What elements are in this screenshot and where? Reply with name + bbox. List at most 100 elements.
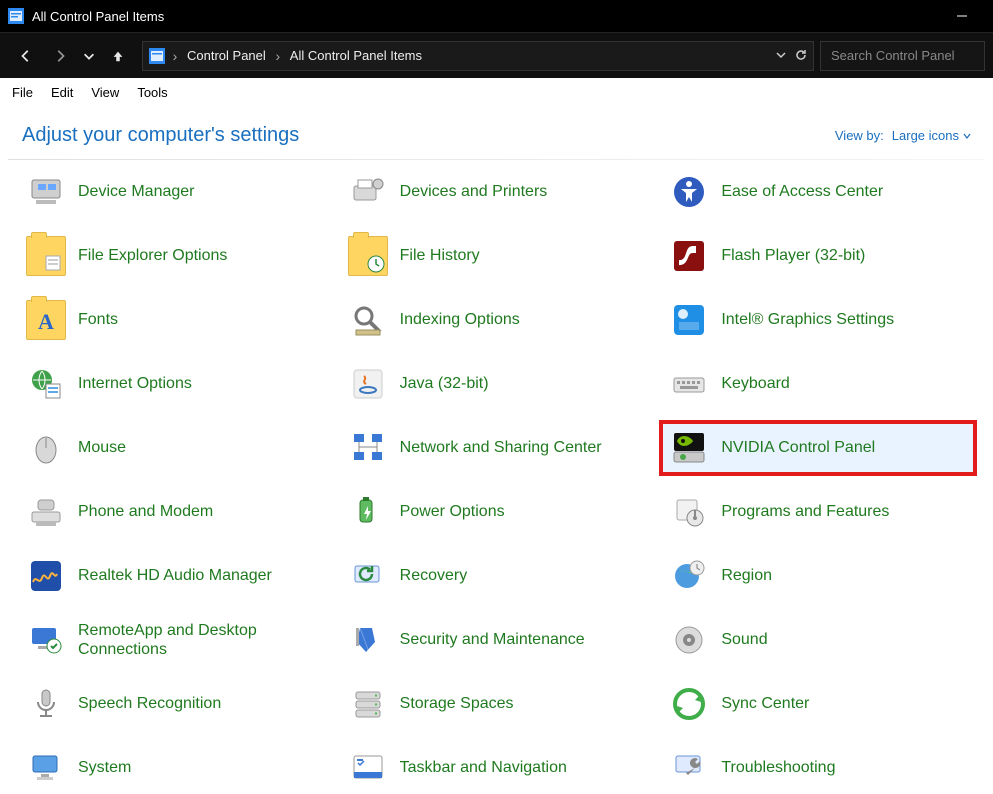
item-indexing-options[interactable]: Indexing Options — [340, 294, 654, 346]
device-manager-icon — [26, 172, 66, 212]
network-sharing-icon — [348, 428, 388, 468]
search-box[interactable] — [820, 41, 985, 71]
address-bar[interactable]: › Control Panel › All Control Panel Item… — [142, 41, 814, 71]
item-label: Sync Center — [721, 694, 809, 713]
region-icon — [669, 556, 709, 596]
menu-edit[interactable]: Edit — [51, 85, 73, 100]
breadcrumb-sep-icon: › — [274, 48, 282, 64]
address-dropdown-icon[interactable] — [775, 48, 787, 64]
item-taskbar-navigation[interactable]: Taskbar and Navigation — [340, 742, 654, 794]
item-sound[interactable]: Sound — [661, 614, 975, 666]
item-system[interactable]: System — [18, 742, 332, 794]
chevron-down-icon — [963, 132, 971, 140]
refresh-button[interactable] — [795, 48, 807, 64]
item-device-manager[interactable]: Device Manager — [18, 166, 332, 218]
nav-arrow-group — [8, 44, 136, 68]
item-label: Troubleshooting — [721, 758, 835, 777]
item-label: Devices and Printers — [400, 182, 548, 201]
keyboard-icon — [669, 364, 709, 404]
item-label: Internet Options — [78, 374, 192, 393]
item-label: Flash Player (32-bit) — [721, 246, 865, 265]
security-maintenance-icon — [348, 620, 388, 660]
item-mouse[interactable]: Mouse — [18, 422, 332, 474]
search-input[interactable] — [829, 47, 993, 64]
item-label: Programs and Features — [721, 502, 889, 521]
speech-recognition-icon — [26, 684, 66, 724]
item-label: Mouse — [78, 438, 126, 457]
item-region[interactable]: Region — [661, 550, 975, 602]
item-network-sharing[interactable]: Network and Sharing Center — [340, 422, 654, 474]
sound-icon — [669, 620, 709, 660]
navigation-bar: › Control Panel › All Control Panel Item… — [0, 32, 993, 78]
power-options-icon — [348, 492, 388, 532]
item-label: Ease of Access Center — [721, 182, 883, 201]
item-remoteapp[interactable]: RemoteApp and Desktop Connections — [18, 614, 332, 666]
recovery-icon — [348, 556, 388, 596]
view-by-value: Large icons — [892, 128, 959, 143]
java-icon — [348, 364, 388, 404]
item-internet-options[interactable]: Internet Options — [18, 358, 332, 410]
item-java[interactable]: Java (32-bit) — [340, 358, 654, 410]
devices-printers-icon — [348, 172, 388, 212]
item-security-maintenance[interactable]: Security and Maintenance — [340, 614, 654, 666]
item-programs-features[interactable]: Programs and Features — [661, 486, 975, 538]
item-troubleshooting[interactable]: Troubleshooting — [661, 742, 975, 794]
svg-text:A: A — [38, 309, 54, 334]
item-label: Power Options — [400, 502, 505, 521]
item-label: Speech Recognition — [78, 694, 221, 713]
item-speech-recognition[interactable]: Speech Recognition — [18, 678, 332, 730]
menu-file[interactable]: File — [12, 85, 33, 100]
menu-tools[interactable]: Tools — [137, 85, 167, 100]
nav-back-button[interactable] — [14, 44, 38, 68]
nav-up-button[interactable] — [106, 44, 130, 68]
breadcrumb-all-items[interactable]: All Control Panel Items — [288, 48, 424, 63]
item-sync-center[interactable]: Sync Center — [661, 678, 975, 730]
item-file-explorer-options[interactable]: File Explorer Options — [18, 230, 332, 282]
item-devices-printers[interactable]: Devices and Printers — [340, 166, 654, 218]
item-storage-spaces[interactable]: Storage Spaces — [340, 678, 654, 730]
taskbar-navigation-icon — [348, 748, 388, 788]
intel-graphics-icon — [669, 300, 709, 340]
page-heading: Adjust your computer's settings — [22, 124, 299, 147]
item-ease-of-access[interactable]: Ease of Access Center — [661, 166, 975, 218]
menu-view[interactable]: View — [91, 85, 119, 100]
item-file-history[interactable]: File History — [340, 230, 654, 282]
item-label: Intel® Graphics Settings — [721, 310, 894, 329]
item-nvidia-control-panel[interactable]: NVIDIA Control Panel — [661, 422, 975, 474]
item-label: Region — [721, 566, 772, 585]
view-by-label: View by: — [835, 128, 884, 143]
item-label: Phone and Modem — [78, 502, 213, 521]
view-by-dropdown[interactable]: Large icons — [892, 128, 971, 143]
item-label: RemoteApp and Desktop Connections — [78, 621, 308, 659]
realtek-audio-icon — [26, 556, 66, 596]
window-title: All Control Panel Items — [32, 9, 939, 24]
item-label: Java (32-bit) — [400, 374, 489, 393]
item-intel-graphics[interactable]: Intel® Graphics Settings — [661, 294, 975, 346]
item-label: Realtek HD Audio Manager — [78, 566, 272, 585]
nav-forward-button[interactable] — [48, 44, 72, 68]
item-label: File Explorer Options — [78, 246, 227, 265]
item-label: NVIDIA Control Panel — [721, 438, 875, 457]
flash-player-icon — [669, 236, 709, 276]
breadcrumb-control-panel[interactable]: Control Panel — [185, 48, 268, 63]
item-label: File History — [400, 246, 480, 265]
fonts-icon: A — [26, 300, 66, 340]
file-explorer-options-icon — [26, 236, 66, 276]
item-fonts[interactable]: A Fonts — [18, 294, 332, 346]
item-power-options[interactable]: Power Options — [340, 486, 654, 538]
ease-of-access-icon — [669, 172, 709, 212]
item-keyboard[interactable]: Keyboard — [661, 358, 975, 410]
item-label: Taskbar and Navigation — [400, 758, 567, 777]
window-titlebar: All Control Panel Items — [0, 0, 993, 32]
item-flash-player[interactable]: Flash Player (32-bit) — [661, 230, 975, 282]
item-phone-modem[interactable]: Phone and Modem — [18, 486, 332, 538]
heading-row: Adjust your computer's settings View by:… — [0, 106, 993, 159]
item-recovery[interactable]: Recovery — [340, 550, 654, 602]
item-realtek-audio[interactable]: Realtek HD Audio Manager — [18, 550, 332, 602]
item-label: Device Manager — [78, 182, 195, 201]
file-history-icon — [348, 236, 388, 276]
app-icon — [8, 8, 24, 24]
nav-history-dropdown[interactable] — [82, 44, 96, 68]
item-label: Storage Spaces — [400, 694, 514, 713]
window-minimize-button[interactable] — [939, 0, 985, 32]
